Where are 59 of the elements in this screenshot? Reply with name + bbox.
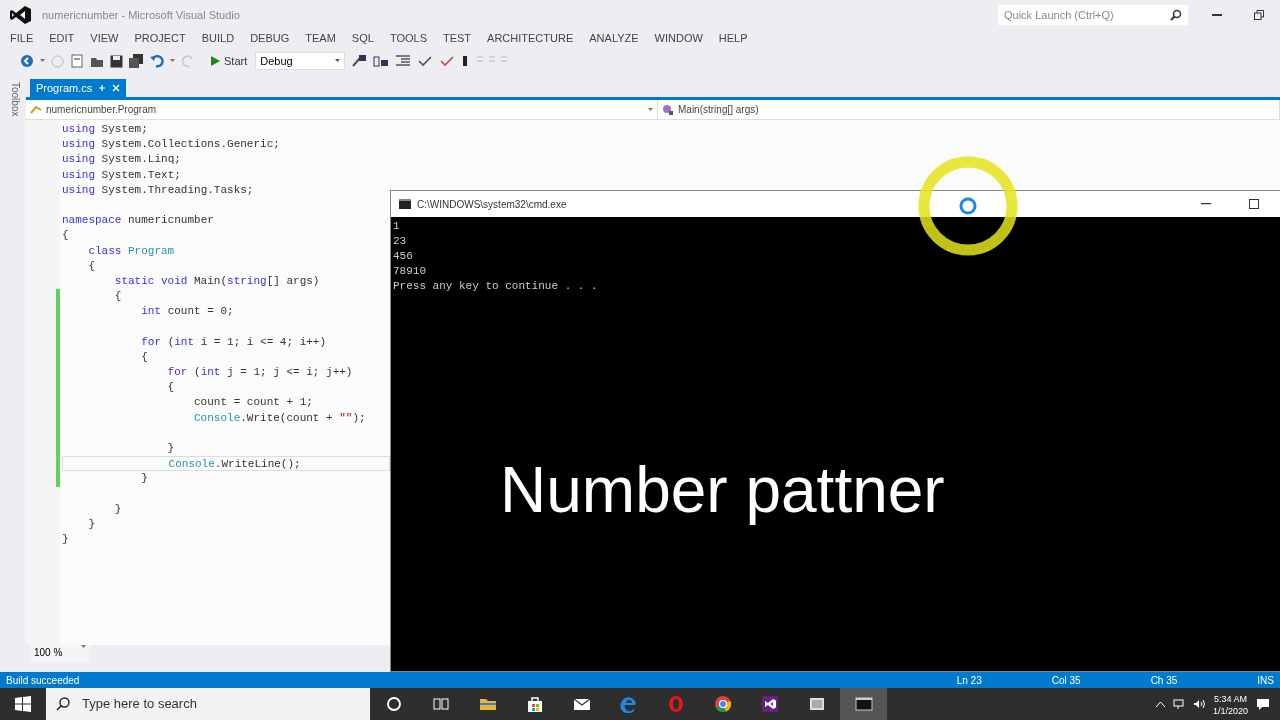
console-output-line: 78910 (393, 264, 427, 279)
quick-launch-field[interactable]: Quick Launch (Ctrl+Q) (998, 5, 1188, 25)
console-output-line: 23 (393, 234, 408, 249)
document-tab[interactable]: Program.cs (30, 79, 127, 97)
code-line: int count = 0; (140, 304, 235, 320)
char-number: Ch 35 (1150, 673, 1178, 688)
column-number: Col 35 (1051, 673, 1081, 688)
console-output-line: Press any key to continue . . . (393, 279, 599, 294)
status-message: Build succeeded (6, 673, 80, 688)
code-line: } (113, 501, 123, 517)
zoom-dropdown[interactable]: 100 % (30, 645, 90, 662)
code-line: } (87, 516, 96, 532)
code-line: using System.Linq; (62, 152, 182, 168)
menu-item[interactable]: TEAM (299, 30, 342, 46)
start-button[interactable]: Start (209, 52, 250, 70)
code-line: for (int i = 1; i <= 4; i++) (140, 334, 328, 350)
menu-item[interactable]: EDIT (43, 30, 81, 46)
menu-item[interactable]: HELP (712, 30, 754, 46)
code-line: } (62, 532, 70, 548)
menu-item[interactable]: ANALYZE (583, 30, 645, 46)
console-window-title: C:\WINDOWS\system32\cmd.exe (417, 197, 568, 212)
menu-item[interactable]: PROJECT (128, 30, 192, 46)
menu-item[interactable]: TEST (436, 30, 478, 46)
taskbar-search-field[interactable]: Type here to search (80, 693, 360, 715)
code-line: } (140, 471, 149, 487)
console-output-line: 1 (393, 219, 401, 234)
code-line: using System; (62, 122, 149, 137)
menu-item[interactable]: DEBUG (244, 30, 296, 46)
line-number: Ln 23 (956, 673, 982, 688)
code-line: { (62, 228, 70, 244)
configuration-dropdown[interactable]: Debug (255, 52, 346, 70)
menu-item[interactable]: FILE (4, 30, 40, 46)
toolbox-tab[interactable]: Toolbox (8, 82, 23, 117)
code-line: using System.Collections.Generic; (62, 137, 281, 153)
menu-item[interactable]: SQL (345, 30, 380, 46)
code-line: class Program (87, 243, 176, 259)
code-line: count = count + 1; (193, 395, 314, 411)
code-line: } (166, 440, 176, 456)
menu-item[interactable]: VIEW (84, 30, 125, 46)
code-line: static void Main(string[] args) (113, 273, 321, 289)
menu-item[interactable]: ARCHITECTURE (481, 30, 580, 46)
menu-item[interactable]: TOOLS (383, 30, 433, 46)
console-output-line: 456 (393, 249, 414, 264)
insert-mode: INS (1257, 673, 1274, 688)
code-line: namespace numericnumber (62, 213, 215, 229)
clock-time[interactable]: 5:34 AM (1212, 693, 1248, 705)
code-line: { (87, 258, 96, 274)
clock-date[interactable]: 1/1/2020 (1212, 705, 1248, 717)
code-line: { (166, 380, 176, 396)
code-line: { (113, 289, 123, 305)
code-line: using System.Threading.Tasks; (62, 182, 255, 198)
taskbar-search-box[interactable]: Type here to search (46, 688, 370, 720)
code-line: Console.Write(count + ""); (193, 410, 367, 426)
menu-item[interactable]: BUILD (195, 30, 241, 46)
window-title: numericnumber - Microsoft Visual Studio (42, 7, 240, 23)
menu-item[interactable]: WINDOW (648, 30, 709, 46)
code-line: using System.Text; (62, 167, 182, 183)
code-line: { (140, 349, 149, 365)
code-line: for (int j = 1; j <= i; j++) (166, 365, 354, 380)
